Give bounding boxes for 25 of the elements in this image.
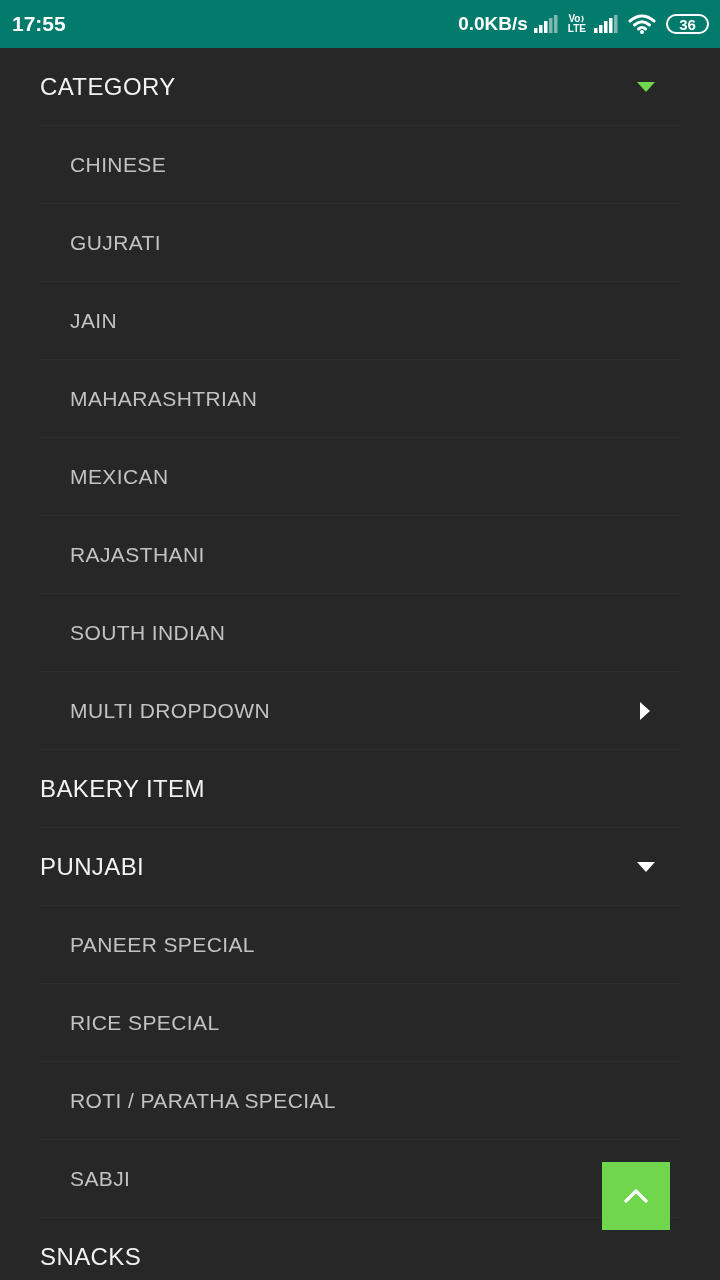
menu-item[interactable]: BAKERY ITEM (40, 750, 680, 828)
menu-item[interactable]: RAJASTHANI (40, 516, 680, 594)
menu-item[interactable]: MEXICAN (40, 438, 680, 516)
network-speed: 0.0KB/s (458, 13, 528, 35)
menu-item[interactable]: JAIN (40, 282, 680, 360)
wifi-icon (628, 14, 656, 34)
menu-item[interactable]: CHINESE (40, 126, 680, 204)
menu-item[interactable]: GUJRATI (40, 204, 680, 282)
wave-icon (581, 15, 586, 23)
menu-item[interactable]: SOUTH INDIAN (40, 594, 680, 672)
signal-icon (594, 15, 618, 33)
signal-icon (533, 15, 558, 33)
battery-indicator: 36 (666, 14, 709, 34)
menu-item[interactable]: MAHARASHTRIAN (40, 360, 680, 438)
menu-item[interactable]: PUNJABI (40, 828, 680, 906)
menu-item[interactable]: ROTI / PARATHA SPECIAL (40, 1062, 680, 1140)
lte-label: LTE (567, 24, 586, 34)
menu-item[interactable]: CATEGORY (40, 48, 680, 126)
menu-item[interactable]: RICE SPECIAL (40, 984, 680, 1062)
menu-item[interactable]: PANEER SPECIAL (40, 906, 680, 984)
scroll-to-top-button[interactable] (602, 1162, 670, 1230)
volte-label: Vo (568, 14, 581, 24)
chevron-up-icon (624, 1189, 648, 1203)
menu-item[interactable]: MULTI DROPDOWN (40, 672, 680, 750)
clock-time: 17:55 (12, 12, 66, 36)
